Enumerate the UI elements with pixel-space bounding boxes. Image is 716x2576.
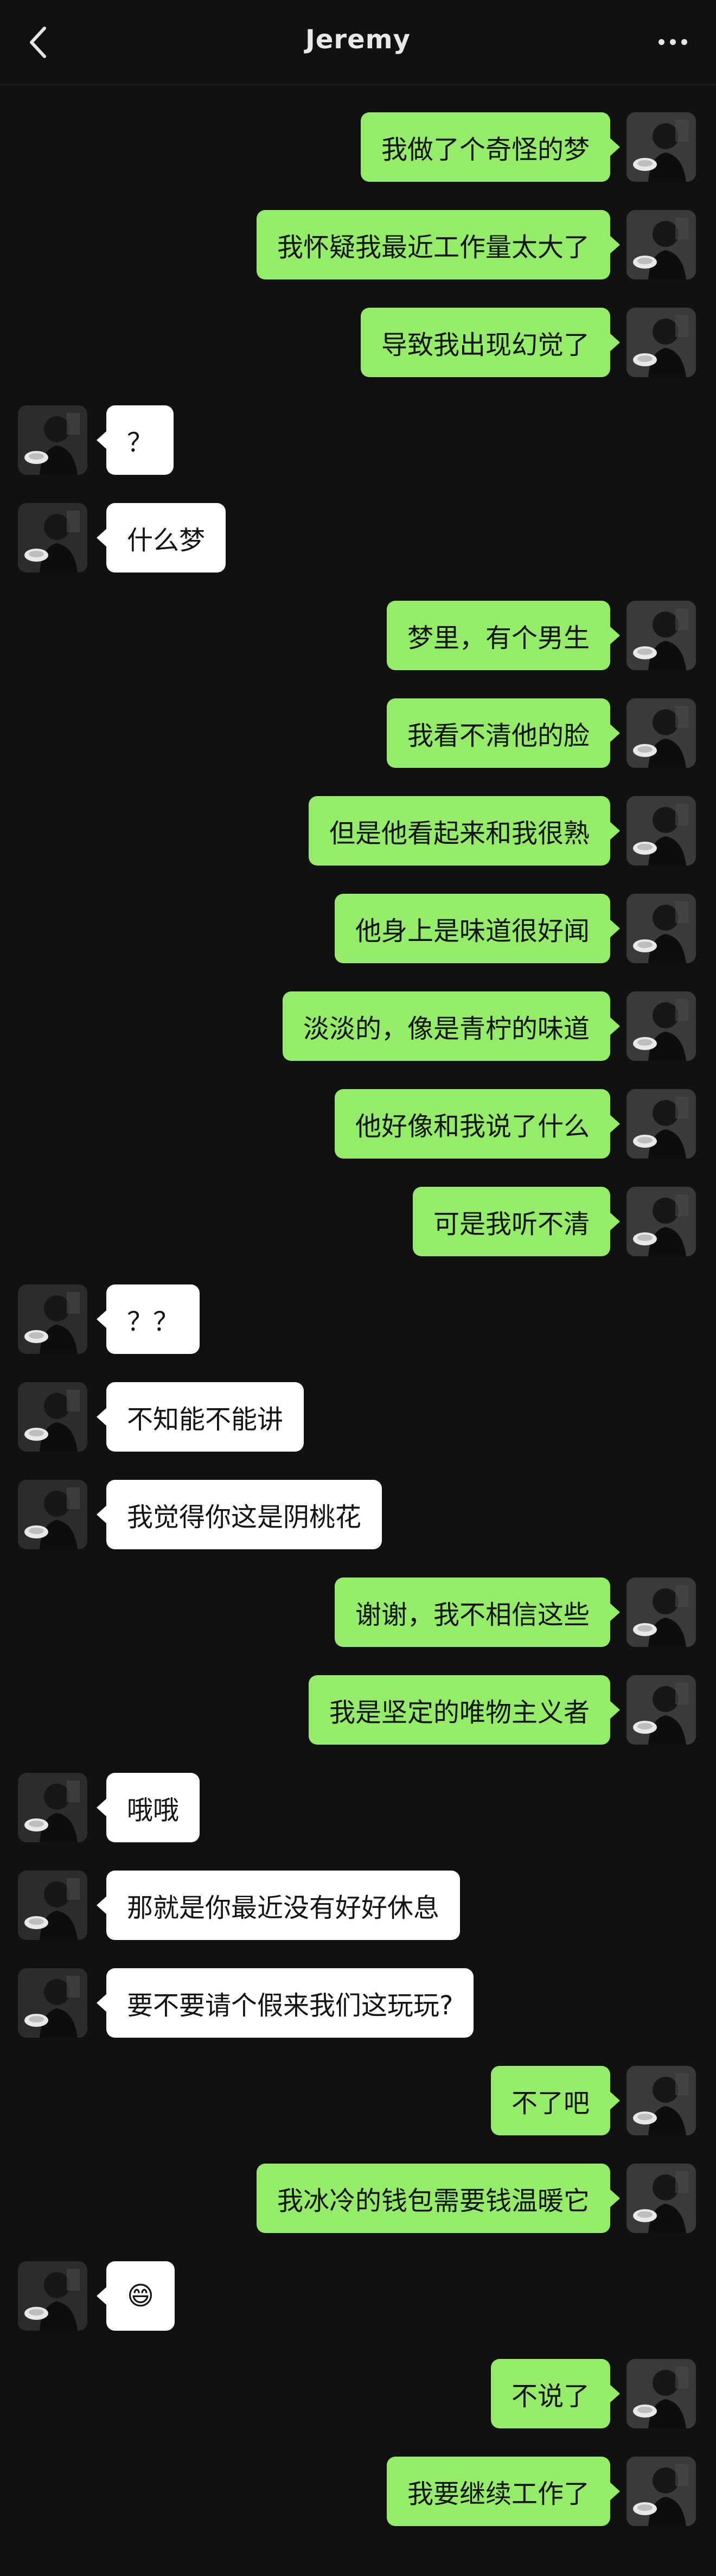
message-sent: 他身上是味道很好闻: [0, 894, 716, 963]
message-received: 不知能不能讲: [0, 1382, 716, 1452]
message-received: 我觉得你这是阴桃花: [0, 1480, 716, 1549]
more-icon-dot: [681, 39, 687, 45]
message-received: 要不要请个假来我们这玩玩?: [0, 1968, 716, 2038]
message-bubble[interactable]: 但是他看起来和我很熟: [308, 796, 621, 866]
my-avatar[interactable]: [627, 991, 696, 1061]
message-sent: 导致我出现幻觉了: [0, 308, 716, 377]
message-received: 那就是你最近没有好好休息: [0, 1871, 716, 1940]
message-sent: 我冰冷的钱包需要钱温暖它: [0, 2164, 716, 2233]
message-sent: 我看不清他的脸: [0, 698, 716, 768]
message-bubble[interactable]: 要不要请个假来我们这玩玩?: [96, 1968, 474, 2038]
my-avatar[interactable]: [627, 1578, 696, 1647]
my-avatar[interactable]: [627, 2359, 696, 2428]
message-list[interactable]: 我做了个奇怪的梦 我怀疑我最近工作量太大了 导致我出现幻觉了？什么梦 梦里，有个男生我…: [0, 84, 716, 2576]
message-bubble[interactable]: 😄: [96, 2261, 175, 2331]
message-bubble[interactable]: 梦里，有个男生: [386, 601, 621, 670]
message-sent: 但是他看起来和我很熟: [0, 796, 716, 866]
message-sent: 我是坚定的唯物主义者: [0, 1675, 716, 1745]
contact-avatar[interactable]: [18, 2261, 87, 2331]
message-bubble[interactable]: 什么梦: [96, 503, 226, 573]
my-avatar[interactable]: [627, 308, 696, 377]
my-avatar[interactable]: [627, 1187, 696, 1256]
message-sent: 可是我听不清: [0, 1187, 716, 1256]
message-bubble[interactable]: 不知能不能讲: [96, 1382, 304, 1452]
contact-avatar[interactable]: [18, 1968, 87, 2038]
contact-avatar[interactable]: [18, 1284, 87, 1354]
my-avatar[interactable]: [627, 1089, 696, 1159]
contact-avatar[interactable]: [18, 1480, 87, 1549]
message-bubble[interactable]: 导致我出现幻觉了: [360, 308, 621, 377]
my-avatar[interactable]: [627, 2066, 696, 2135]
message-sent: 不了吧: [0, 2066, 716, 2135]
my-avatar[interactable]: [627, 894, 696, 963]
contact-avatar[interactable]: [18, 1773, 87, 1842]
contact-avatar[interactable]: [18, 405, 87, 475]
contact-avatar[interactable]: [18, 1871, 87, 1940]
message-bubble[interactable]: 我看不清他的脸: [386, 698, 621, 768]
my-avatar[interactable]: [627, 112, 696, 182]
my-avatar[interactable]: [627, 210, 696, 279]
my-avatar[interactable]: [627, 698, 696, 768]
message-bubble[interactable]: 谢谢，我不相信这些: [334, 1578, 621, 1647]
message-bubble[interactable]: 我做了个奇怪的梦: [360, 112, 621, 182]
message-received: 什么梦: [0, 503, 716, 573]
my-avatar[interactable]: [627, 2164, 696, 2233]
message-bubble[interactable]: 不说了: [490, 2359, 621, 2428]
message-received: 哦哦: [0, 1773, 716, 1842]
message-bubble[interactable]: ？？: [96, 1284, 200, 1354]
message-bubble[interactable]: 我觉得你这是阴桃花: [96, 1480, 382, 1549]
message-sent: 梦里，有个男生: [0, 601, 716, 670]
more-options-button[interactable]: [651, 28, 694, 55]
message-bubble[interactable]: 可是我听不清: [412, 1187, 621, 1256]
message-bubble[interactable]: 哦哦: [96, 1773, 200, 1842]
message-bubble[interactable]: 我是坚定的唯物主义者: [308, 1675, 621, 1745]
message-sent: 我要继续工作了: [0, 2457, 716, 2526]
message-sent: 他好像和我说了什么: [0, 1089, 716, 1159]
contact-avatar[interactable]: [18, 503, 87, 573]
message-sent: 谢谢，我不相信这些: [0, 1578, 716, 1647]
chat-title: Jeremy: [305, 24, 411, 55]
message-sent: 我怀疑我最近工作量太大了: [0, 210, 716, 279]
my-avatar[interactable]: [627, 796, 696, 866]
message-bubble[interactable]: ？: [96, 405, 174, 475]
message-sent: 不说了: [0, 2359, 716, 2428]
message-received: ？: [0, 405, 716, 475]
contact-avatar[interactable]: [18, 1382, 87, 1452]
message-bubble[interactable]: 他好像和我说了什么: [334, 1089, 621, 1159]
message-bubble[interactable]: 他身上是味道很好闻: [334, 894, 621, 963]
message-sent: 淡淡的，像是青柠的味道: [0, 991, 716, 1061]
more-icon-dot: [669, 39, 676, 45]
more-icon: [658, 39, 664, 45]
my-avatar[interactable]: [627, 601, 696, 670]
chat-header: Jeremy: [0, 0, 716, 85]
message-bubble[interactable]: 我怀疑我最近工作量太大了: [256, 210, 621, 279]
my-avatar[interactable]: [627, 2457, 696, 2526]
message-bubble[interactable]: 我冰冷的钱包需要钱温暖它: [256, 2164, 621, 2233]
message-bubble[interactable]: 我要继续工作了: [386, 2457, 621, 2526]
message-received: 😄: [0, 2261, 716, 2331]
message-bubble[interactable]: 不了吧: [490, 2066, 621, 2135]
message-received: ？？: [0, 1284, 716, 1354]
my-avatar[interactable]: [627, 1675, 696, 1745]
message-bubble[interactable]: 那就是你最近没有好好休息: [96, 1871, 461, 1940]
message-sent: 我做了个奇怪的梦: [0, 112, 716, 182]
message-bubble[interactable]: 淡淡的，像是青柠的味道: [282, 991, 621, 1061]
